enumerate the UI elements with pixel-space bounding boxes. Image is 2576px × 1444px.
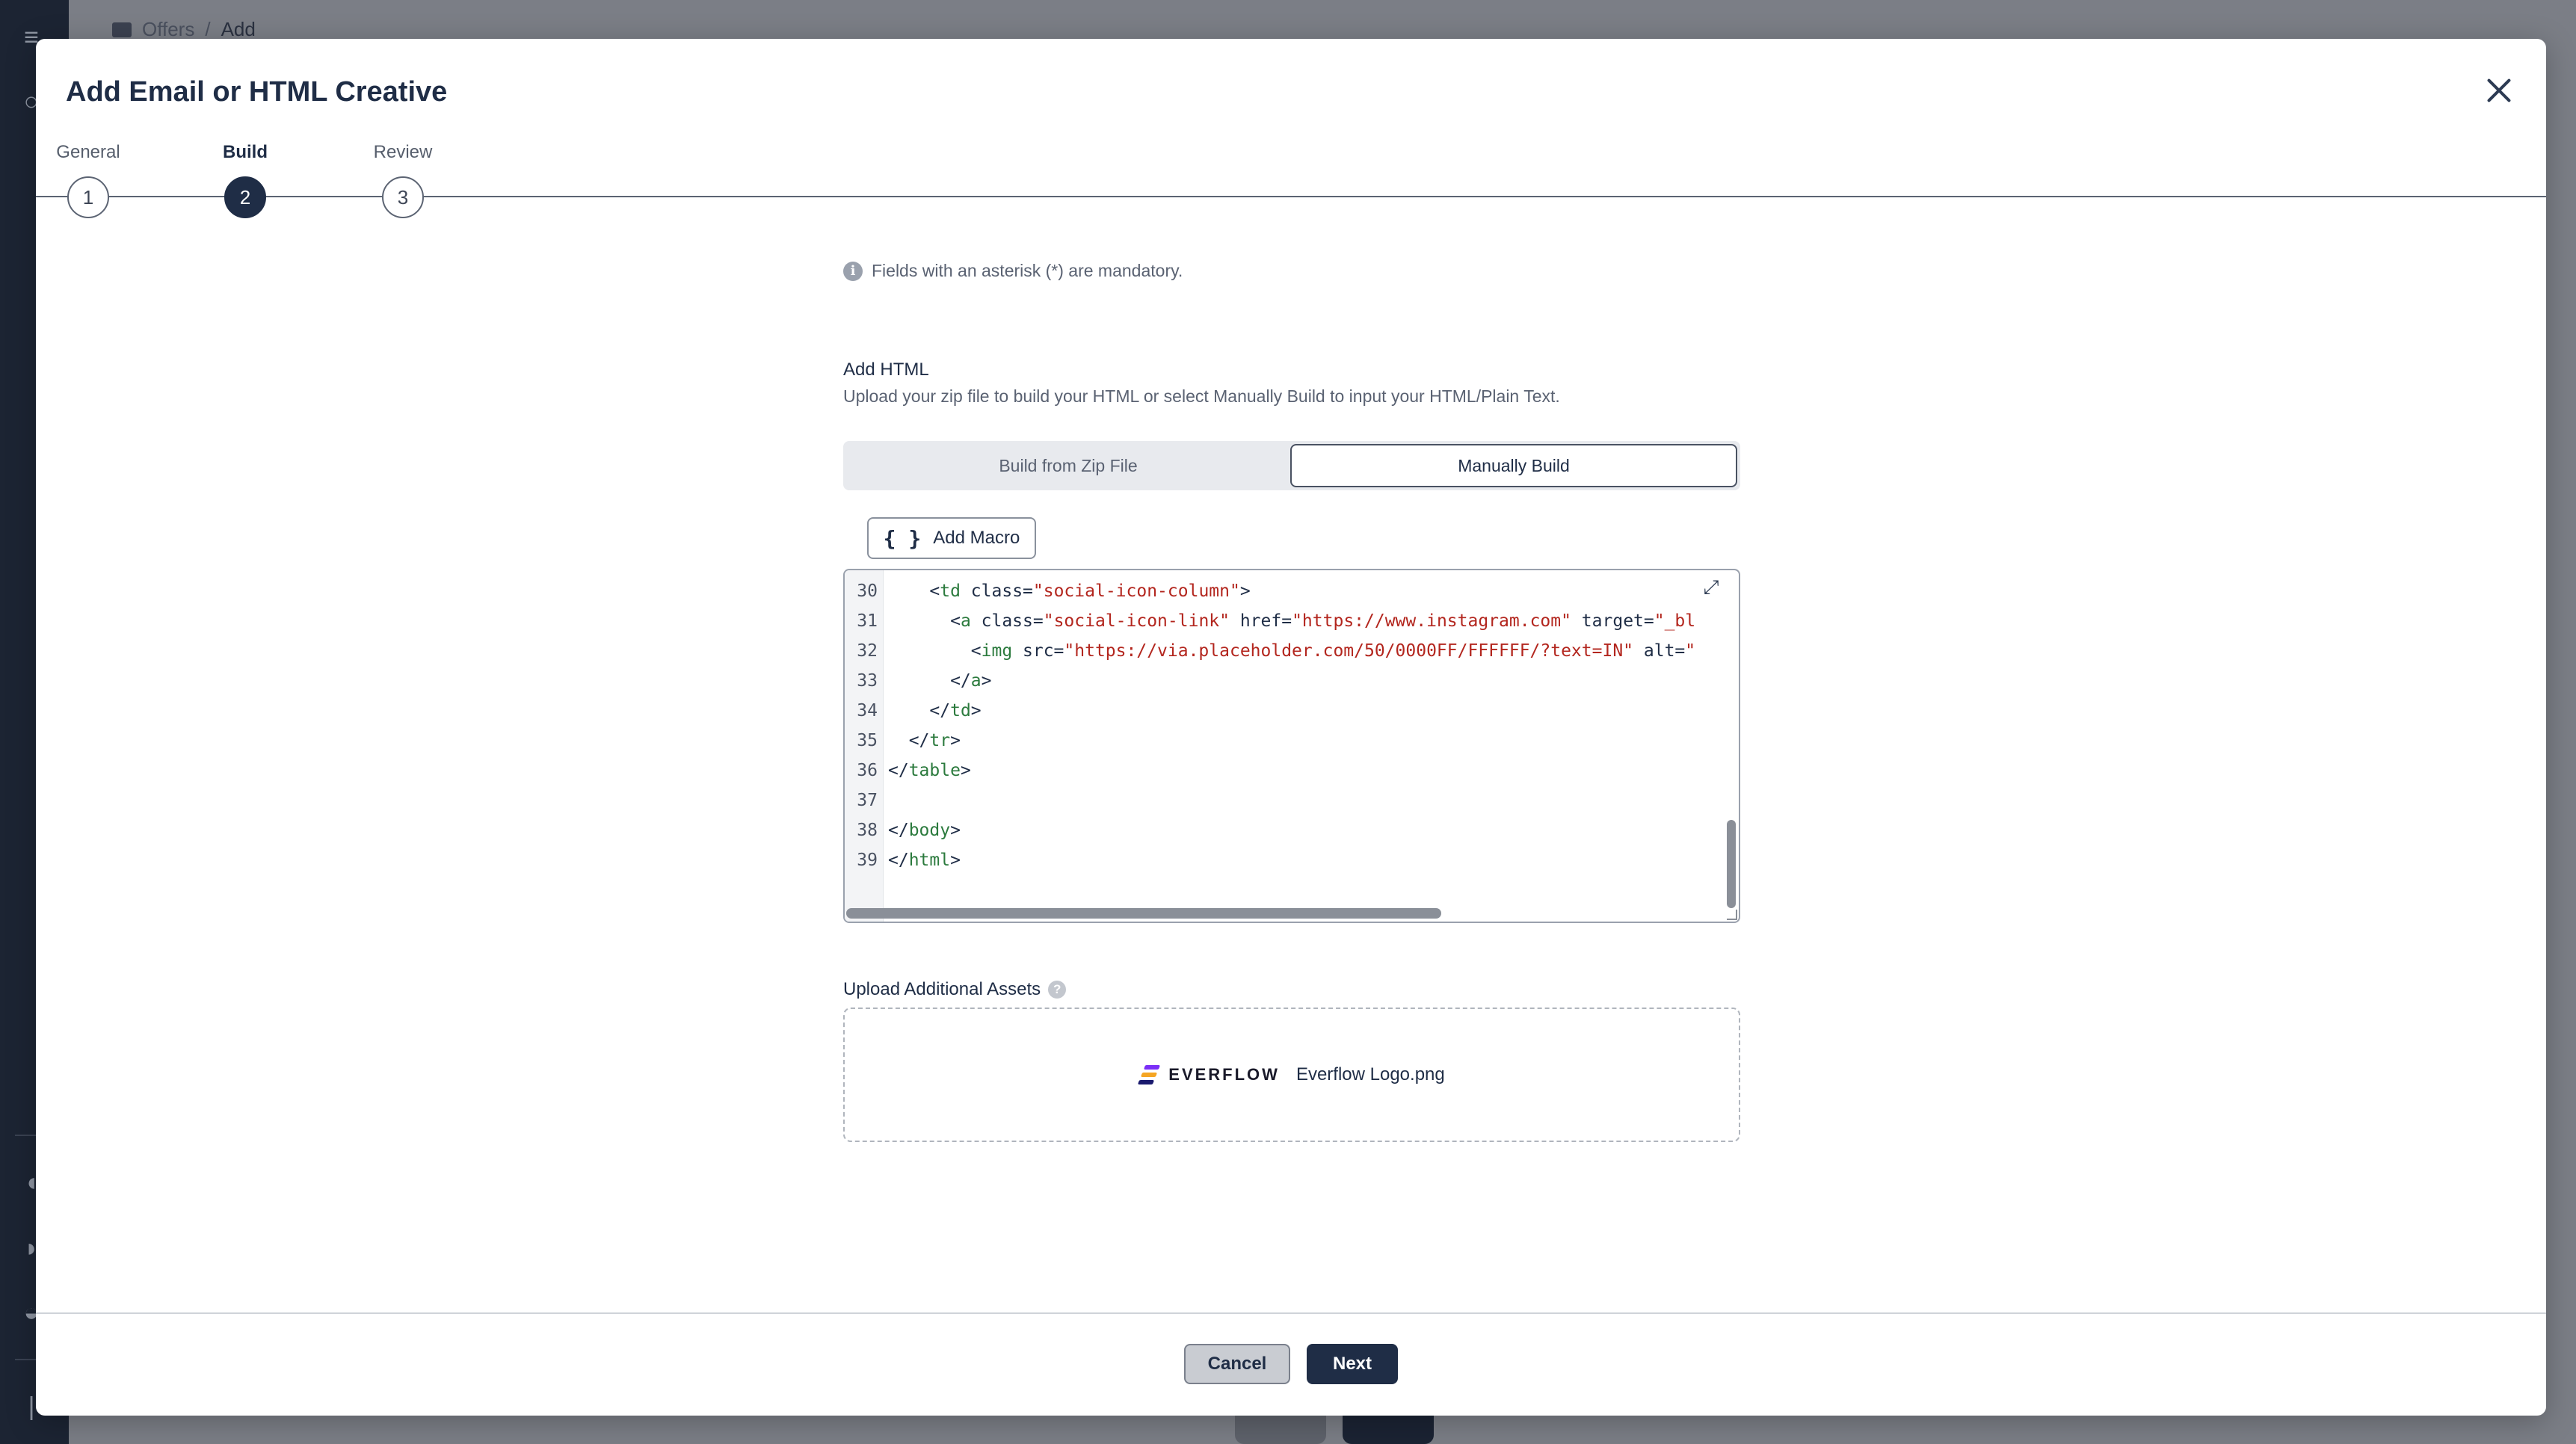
footer-divider [36, 1312, 2546, 1314]
next-button[interactable]: Next [1307, 1344, 1398, 1384]
html-code-editor[interactable]: 30 <td class="social-icon-column"> 31 <a … [843, 569, 1740, 923]
code-text[interactable]: </td> [888, 694, 981, 727]
code-text[interactable]: </a> [888, 664, 991, 697]
line-number: 30 [857, 581, 878, 601]
line-number: 38 [857, 821, 878, 840]
help-icon[interactable]: ? [1048, 981, 1067, 999]
mandatory-notice: i Fields with an asterisk (*) are mandat… [843, 261, 1183, 281]
step-number: 3 [382, 176, 424, 218]
upload-assets-label: Upload Additional Assets ? [843, 979, 1067, 1000]
step-label: Build [223, 142, 268, 162]
step-general[interactable]: General 1 [43, 142, 133, 218]
step-number: 1 [67, 176, 109, 218]
code-text[interactable]: <a class="social-icon-link" href="https:… [888, 605, 1695, 638]
assets-dropzone[interactable]: EVERFLOW Everflow Logo.png [843, 1008, 1740, 1142]
code-text[interactable]: </tr> [888, 724, 961, 757]
line-number: 31 [857, 611, 878, 631]
resize-handle[interactable] [1727, 910, 1737, 920]
curly-braces-icon: { } [883, 525, 922, 551]
build-mode-toggle: Build from Zip File Manually Build [843, 441, 1740, 490]
info-icon: i [843, 261, 863, 281]
add-macro-button[interactable]: { } Add Macro [867, 517, 1036, 559]
horizontal-scrollbar[interactable] [846, 908, 1441, 919]
manually-build-option[interactable]: Manually Build [1290, 444, 1737, 487]
everflow-logo-mark [1138, 1064, 1161, 1086]
line-number: 36 [857, 761, 878, 780]
step-build[interactable]: Build 2 [200, 142, 290, 218]
build-from-zip-option[interactable]: Build from Zip File [846, 444, 1290, 487]
step-label: General [56, 142, 120, 162]
line-number: 34 [857, 701, 878, 721]
code-text[interactable]: </html> [888, 844, 961, 877]
line-number: 35 [857, 731, 878, 750]
step-label: Review [373, 142, 433, 162]
mandatory-notice-text: Fields with an asterisk (*) are mandator… [872, 261, 1183, 280]
close-icon[interactable] [2480, 72, 2516, 108]
line-number: 39 [857, 851, 878, 870]
breadcrumb-current: Add [221, 18, 256, 40]
add-macro-label: Add Macro [933, 528, 1020, 548]
add-html-description: Upload your zip file to build your HTML … [843, 386, 1560, 406]
folder-icon [112, 22, 132, 37]
breadcrumb-separator: / [205, 18, 211, 40]
breadcrumb: Offers / Add [112, 18, 256, 41]
step-number: 2 [224, 176, 266, 218]
step-review[interactable]: Review 3 [358, 142, 448, 218]
code-text[interactable]: </body> [888, 814, 961, 847]
code-text[interactable]: </table> [888, 754, 971, 787]
uploaded-filename[interactable]: Everflow Logo.png [1296, 1064, 1445, 1085]
add-html-title: Add HTML [843, 360, 929, 380]
breadcrumb-root[interactable]: Offers [142, 18, 194, 41]
expand-icon[interactable]: ⤢ [1700, 576, 1722, 599]
everflow-logo-text: EVERFLOW [1168, 1065, 1280, 1084]
everflow-logo: EVERFLOW [1138, 1064, 1280, 1086]
code-text[interactable]: <td class="social-icon-column"> [888, 575, 1250, 608]
line-number: 33 [857, 671, 878, 691]
cancel-button[interactable]: Cancel [1184, 1344, 1290, 1384]
line-number: 32 [857, 641, 878, 661]
vertical-scrollbar[interactable] [1727, 820, 1736, 908]
upload-assets-label-text: Upload Additional Assets [843, 979, 1041, 999]
modal-title: Add Email or HTML Creative [66, 76, 448, 108]
code-text[interactable]: <img src="https://via.placeholder.com/50… [888, 635, 1695, 667]
add-creative-modal: Add Email or HTML Creative General 1 Bui… [36, 39, 2546, 1416]
line-number: 37 [857, 791, 878, 810]
